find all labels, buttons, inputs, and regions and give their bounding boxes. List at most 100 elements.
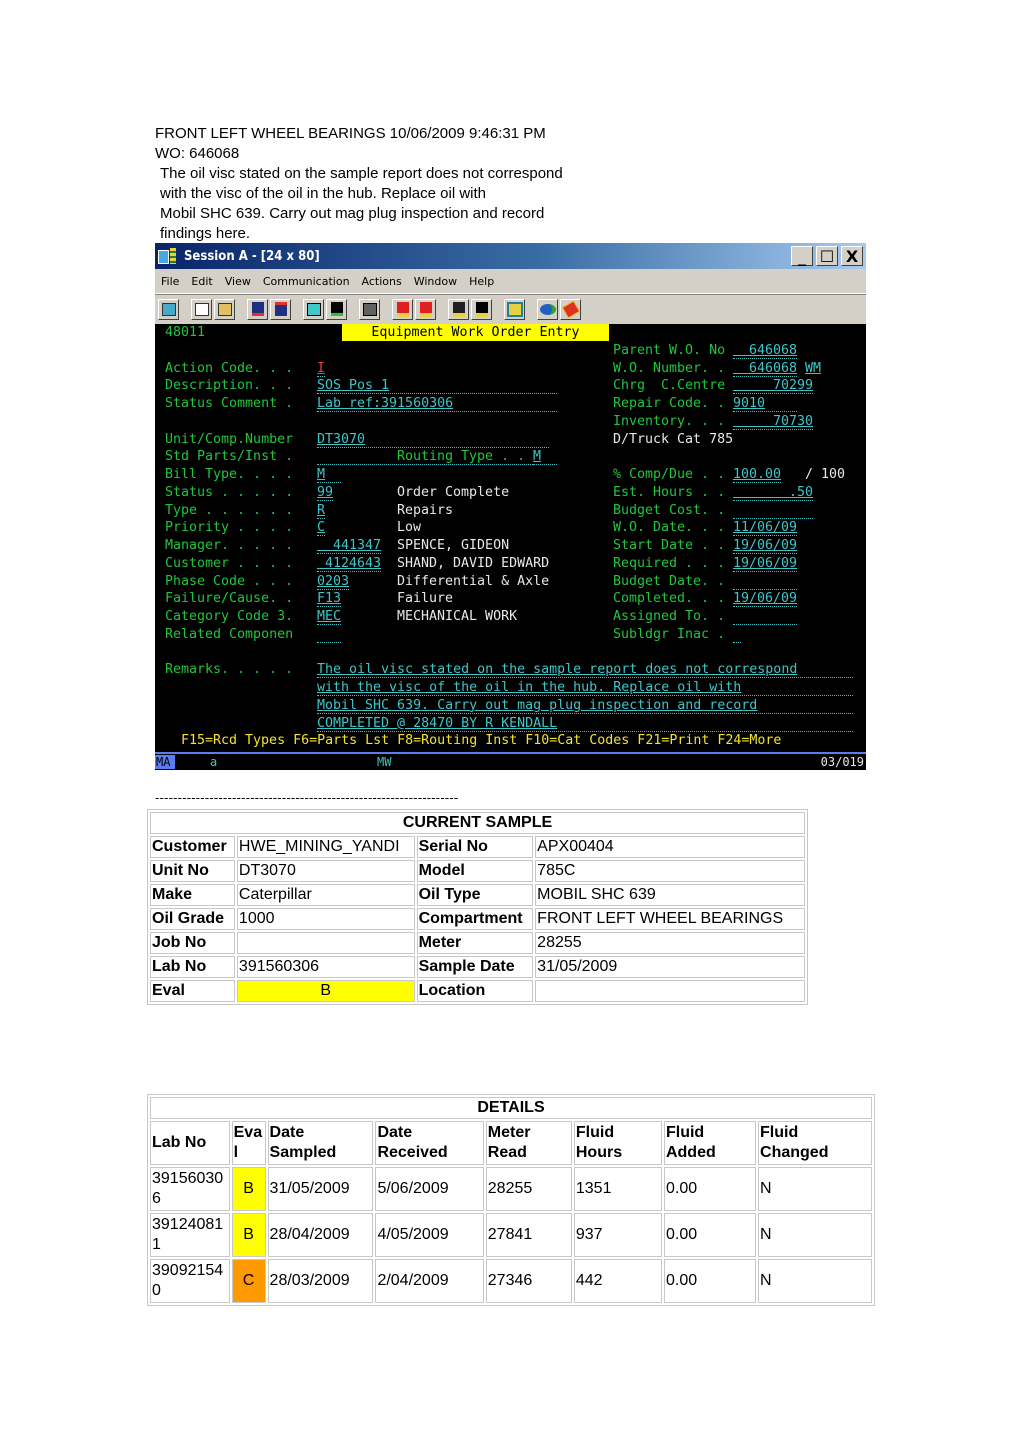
cell-lab-no: 391240811 [150, 1213, 230, 1257]
field-input[interactable]: .50 [733, 484, 813, 501]
stop-macro-icon [419, 301, 432, 317]
field-input[interactable]: 70730 [733, 413, 813, 430]
field-input[interactable]: DT3070 [317, 431, 365, 448]
copy-button[interactable] [191, 298, 212, 320]
minimize-button[interactable]: _ [791, 246, 813, 266]
field-input[interactable]: Lab ref:391560306 [317, 395, 453, 412]
keyboard-map-button[interactable] [359, 298, 380, 320]
field-input[interactable]: 99 [317, 484, 333, 501]
field-label: Std Parts/Inst . [165, 449, 302, 465]
field-input[interactable]: 70299 [733, 377, 813, 394]
details-row: 391560306 B 31/05/2009 5/06/2009 28255 1351 0.… [150, 1167, 872, 1211]
remarks-line[interactable]: Mobil SHC 639. Carry out mag plug inspec… [317, 697, 757, 714]
field-input[interactable]: 11/06/09 [733, 519, 797, 536]
paste-button[interactable] [214, 298, 235, 320]
menu-help[interactable]: Help [463, 275, 500, 288]
sample-field-label: Make [150, 884, 235, 906]
field-description: SPENCE, GIDEON [397, 538, 510, 553]
field-input[interactable]: 441347 [317, 537, 381, 554]
menu-edit[interactable]: Edit [185, 275, 218, 288]
field-input[interactable]: M [317, 466, 325, 483]
column-header: Fluid Hours [573, 1121, 662, 1165]
field-input[interactable]: MEC [317, 608, 341, 625]
field-label: Repair Code. . [613, 396, 734, 411]
play-macro-button[interactable] [448, 298, 469, 320]
sample-field-value: DT3070 [236, 860, 415, 882]
field-input[interactable]: 4124643 [317, 555, 381, 572]
field-input[interactable]: C [317, 519, 325, 536]
display-setup-button[interactable] [303, 298, 324, 320]
column-header: Meter Read [485, 1121, 572, 1165]
field-input[interactable]: 646068 [733, 342, 797, 359]
column-header: Date Received [375, 1121, 484, 1165]
field-label: Related Componen [165, 626, 302, 642]
maximize-button[interactable]: ☐ [816, 246, 838, 266]
sample-row: Customer HWE_MINING_YANDI Serial No APX0040… [150, 836, 805, 858]
menu-actions[interactable]: Actions [356, 275, 408, 288]
quick-macro-button[interactable] [471, 298, 492, 320]
sample-row: Eval B Location [150, 980, 805, 1002]
note-line: The oil visc stated on the sample report… [160, 165, 563, 182]
menu-view[interactable]: View [219, 275, 257, 288]
field-label: W.O. Number. . [613, 360, 734, 376]
field-input[interactable]: 0203 [317, 573, 349, 590]
field-input[interactable]: F13 [317, 590, 341, 607]
print-screen-button[interactable] [158, 298, 179, 320]
sample-field-value: B [236, 980, 415, 1002]
menu-file[interactable]: File [155, 275, 185, 288]
sample-field-label: Customer [150, 836, 235, 858]
remarks-line[interactable]: COMPLETED @ 28470 BY R KENDALL [317, 715, 557, 732]
field-label: Phase Code . . . [165, 573, 302, 589]
field-label: Status Comment . [165, 396, 302, 411]
sample-field-value: APX00404 [535, 836, 805, 858]
sample-field-label: Compartment [416, 908, 534, 930]
remarks-line[interactable]: with the visc of the oil in the hub. Rep… [317, 679, 741, 696]
field-label: Customer . . . . [165, 555, 302, 571]
receive-file-button[interactable] [270, 298, 291, 320]
sample-row: Job No Meter 28255 [150, 932, 805, 954]
note-line: with the visc of the oil in the hub. Rep… [160, 185, 487, 202]
terminal-screen[interactable]: 48011 Equipment Work Order Entry Action … [155, 324, 866, 752]
stop-macro-button[interactable] [415, 298, 436, 320]
help-button[interactable] [560, 298, 581, 320]
field-input[interactable]: 19/06/09 [733, 590, 797, 607]
color-map-button[interactable] [326, 298, 347, 320]
field-input[interactable]: I [317, 360, 325, 377]
close-button[interactable]: X [841, 246, 863, 266]
field-input[interactable]: 9010 [733, 395, 765, 412]
field-description: Order Complete [397, 484, 510, 500]
clipboard-button[interactable] [504, 298, 525, 320]
paste-icon [217, 302, 232, 316]
menu-communication[interactable]: Communication [257, 275, 356, 288]
cell-lab-no: 391560306 [150, 1167, 230, 1211]
send-file-button[interactable] [247, 298, 268, 320]
title-bar[interactable]: Session A - [24 x 80] _ ☐ X [155, 243, 866, 269]
field-input-underline [317, 624, 341, 625]
menu-window[interactable]: Window [408, 275, 463, 288]
field-input[interactable]: 19/06/09 [733, 537, 797, 554]
field-input[interactable]: R [317, 502, 325, 519]
sample-field-value: 28255 [535, 932, 805, 954]
column-header: Fluid Added [663, 1121, 757, 1165]
cell-fluid-added: 0.00 [663, 1259, 757, 1303]
cell-lab-no: 390921540 [150, 1259, 230, 1303]
field-input[interactable]: SOS Pos 1 [317, 377, 389, 394]
cell-fluid-changed: N [758, 1213, 872, 1257]
copy-icon [194, 302, 209, 316]
print-screen-icon [161, 302, 176, 316]
sample-field-value: FRONT LEFT WHEEL BEARINGS [535, 908, 805, 930]
field-input-underline [733, 641, 741, 643]
send-file-icon [251, 302, 264, 316]
status-cursor-position: 03/019 [820, 755, 864, 769]
field-label: Chrg C.Centre [613, 378, 734, 394]
routing-type-input[interactable]: M [533, 448, 541, 465]
record-macro-button[interactable] [392, 298, 413, 320]
field-input[interactable]: 100.00 [733, 466, 781, 483]
field-input[interactable]: 19/06/09 [733, 555, 797, 572]
column-header: Lab No [150, 1121, 230, 1165]
support-button[interactable] [537, 298, 558, 320]
remarks-line[interactable]: The oil visc stated on the sample report… [317, 661, 797, 678]
field-input-underline [733, 428, 813, 430]
cell-date-sampled: 31/05/2009 [267, 1167, 374, 1211]
field-input[interactable]: 646068 [733, 360, 797, 377]
